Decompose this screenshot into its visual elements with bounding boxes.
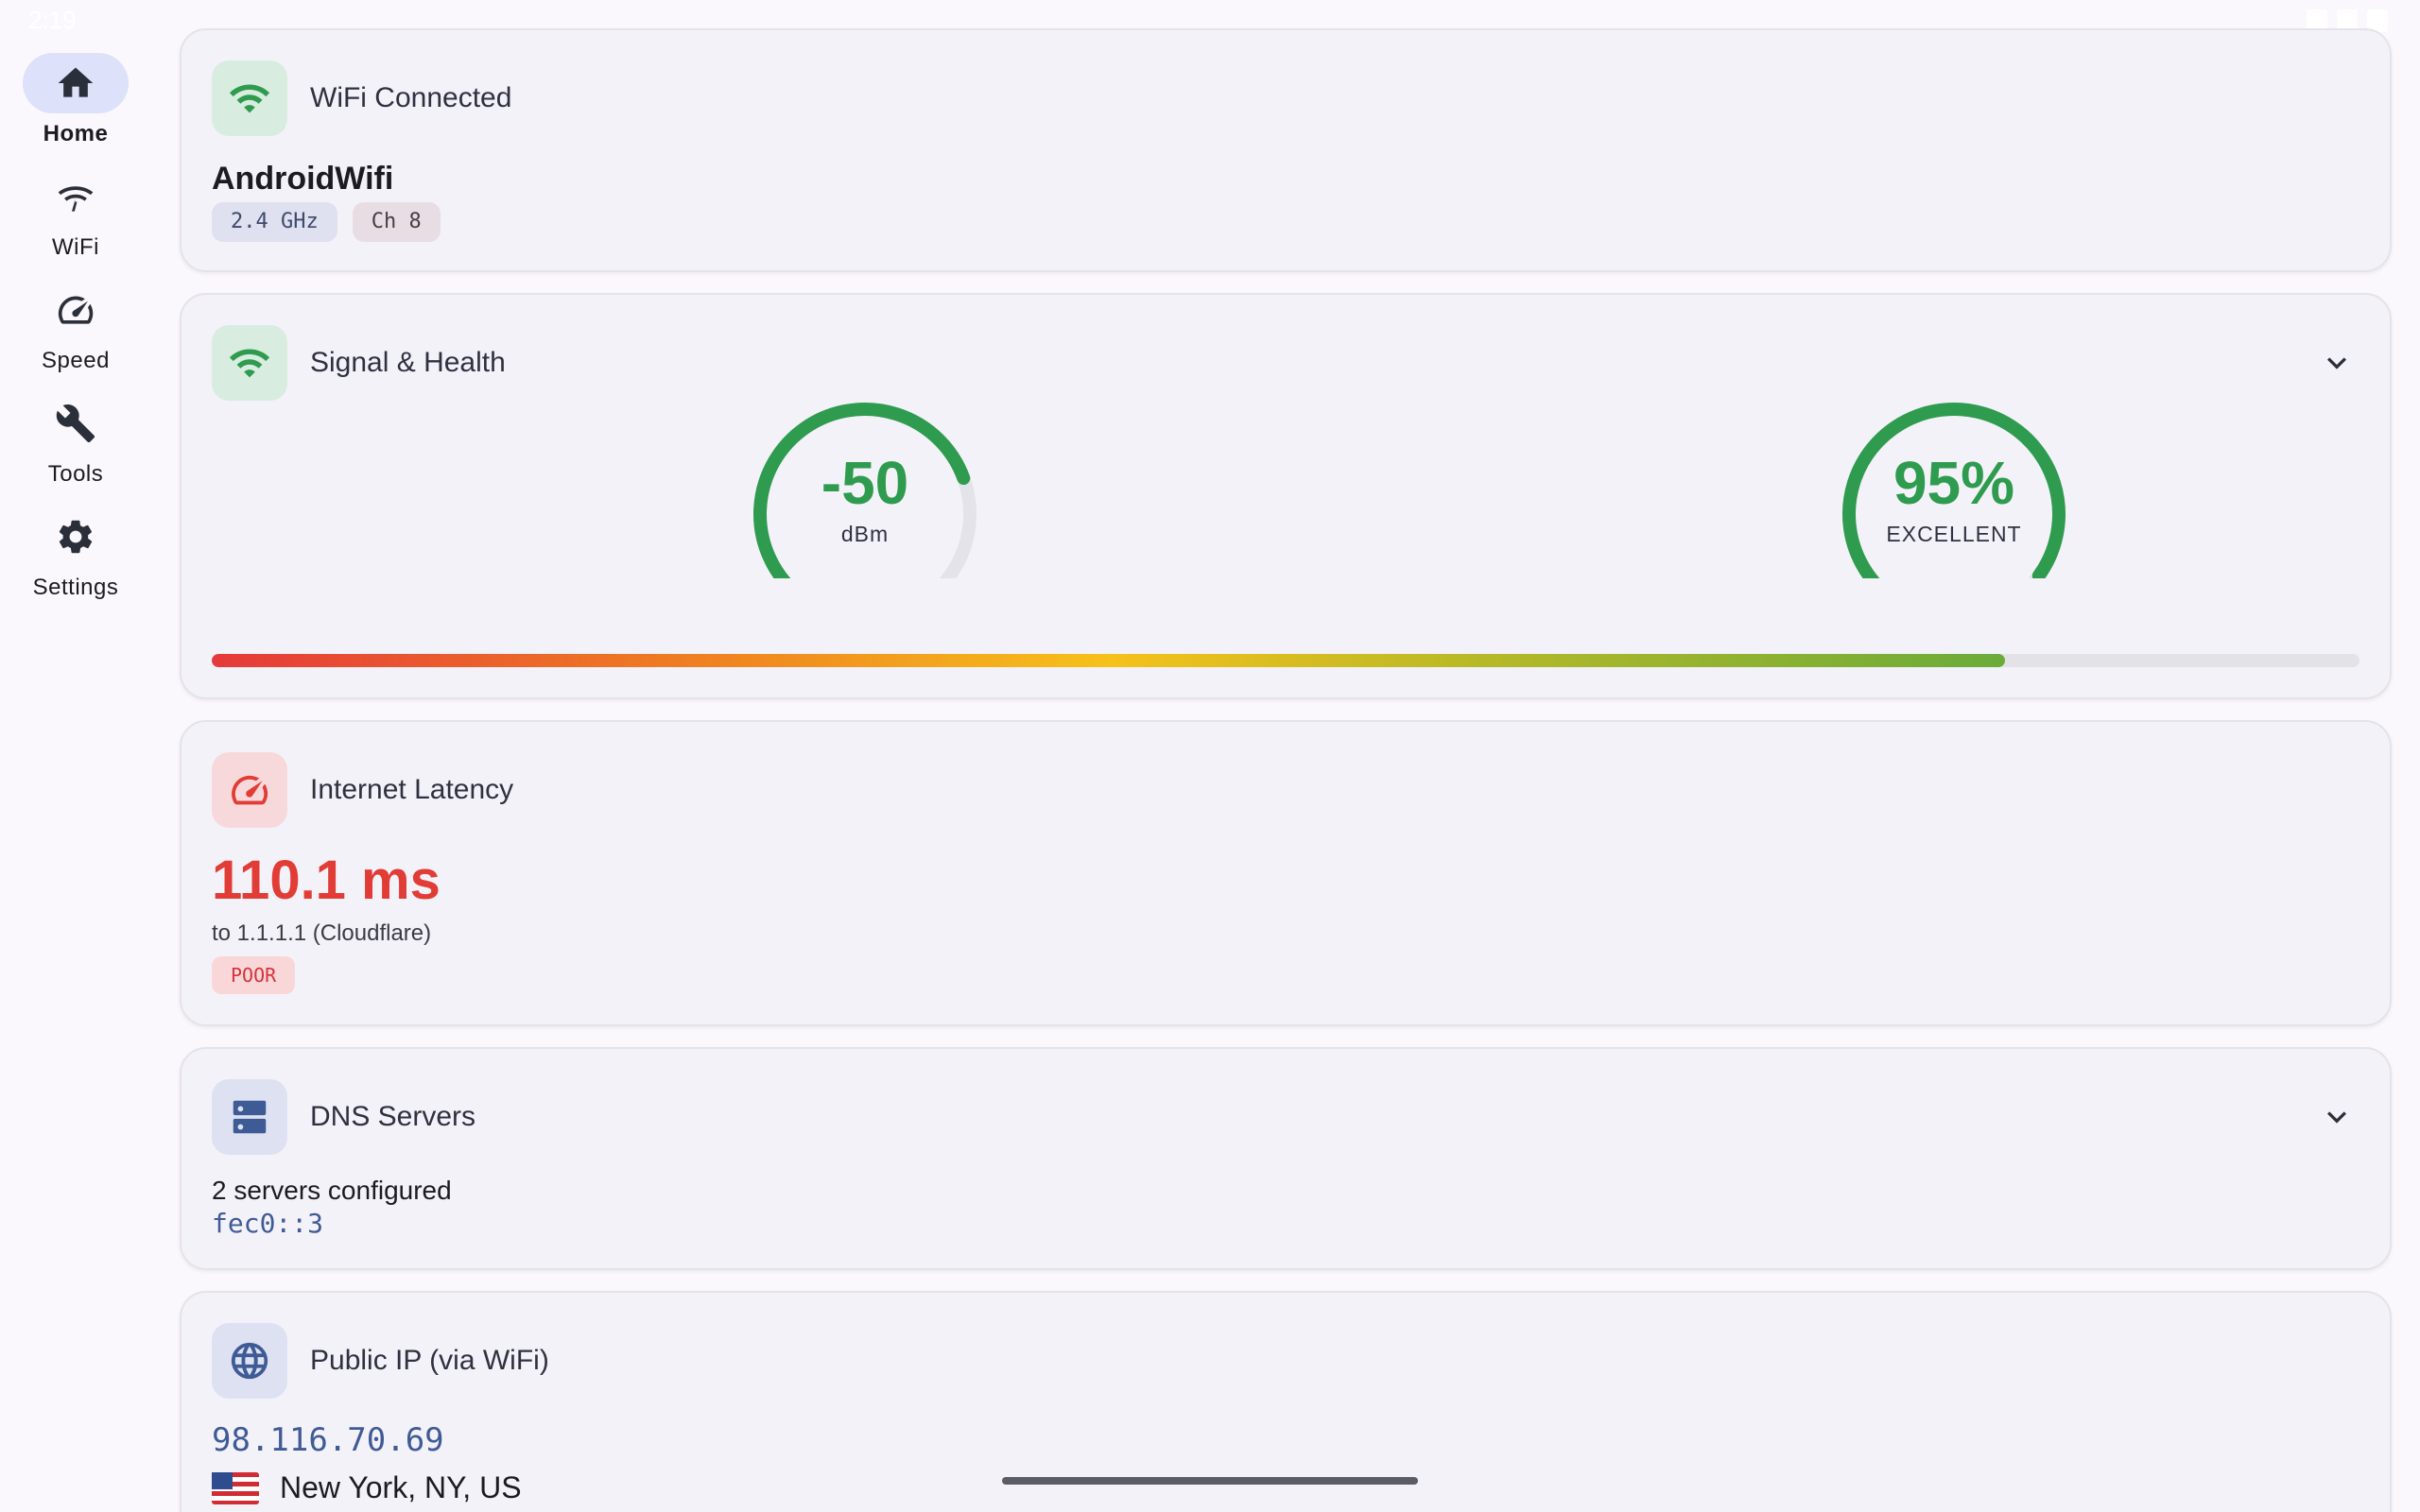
rssi-value: -50 <box>821 449 909 517</box>
wrench-icon <box>56 404 95 443</box>
wifi-card-icon-box <box>212 60 287 136</box>
wifi-icon <box>229 84 270 113</box>
wifi-connected-card[interactable]: WiFi Connected AndroidWifi 2.4 GHz Ch 8 <box>180 28 2392 272</box>
nav-label-settings: Settings <box>32 575 119 600</box>
speedometer-icon <box>58 296 94 324</box>
wifi-card-header: WiFi Connected <box>212 60 511 136</box>
speedometer-icon <box>232 775 268 805</box>
public-ip-address[interactable]: 98.116.70.69 <box>212 1421 444 1459</box>
quality-value: 95% <box>1893 449 2015 517</box>
latency-rating-badge: POOR <box>212 956 296 994</box>
nav-pill-speed <box>23 280 129 340</box>
dns-card-icon-box <box>212 1079 287 1155</box>
ip-card-title: Public IP (via WiFi) <box>310 1345 549 1376</box>
quality-gauge: 95% EXCELLENT <box>1831 389 2077 578</box>
signal-card-header: Signal & Health <box>212 325 506 401</box>
home-indicator[interactable] <box>1002 1477 1418 1485</box>
wifi-signal-icon <box>58 186 94 212</box>
chevron-down-icon <box>2327 1111 2346 1124</box>
wifi-icon <box>229 349 270 378</box>
nav-item-home[interactable]: Home <box>0 53 151 157</box>
quality-label: EXCELLENT <box>1886 522 2022 546</box>
internet-latency-card[interactable]: Internet Latency 110.1 ms to 1.1.1.1 (Cl… <box>180 720 2392 1026</box>
nav-label-tools: Tools <box>47 461 104 487</box>
nav-pill-tools <box>23 393 129 454</box>
nav-label-wifi: WiFi <box>52 234 99 260</box>
ip-card-icon-box <box>212 1323 287 1399</box>
nav-pill-settings <box>23 507 129 567</box>
dns-server-icon <box>233 1100 267 1134</box>
latency-card-icon-box <box>212 752 287 828</box>
latency-card-title: Internet Latency <box>310 774 514 805</box>
gear-icon <box>59 520 93 554</box>
latency-target: to 1.1.1.1 (Cloudflare) <box>212 920 432 946</box>
nav-label-home: Home <box>43 121 109 146</box>
dns-card-header: DNS Servers <box>212 1079 475 1155</box>
signal-expand-button[interactable] <box>2318 344 2356 382</box>
wifi-chips: 2.4 GHz Ch 8 <box>212 202 441 242</box>
dns-servers-card[interactable]: DNS Servers 2 servers configured fec0::3 <box>180 1047 2392 1270</box>
dns-server-address[interactable]: fec0::3 <box>212 1208 323 1239</box>
health-bar-fill <box>212 654 2006 667</box>
home-icon <box>58 67 94 97</box>
health-bar <box>212 654 2360 667</box>
nav-item-wifi[interactable]: WiFi <box>0 166 151 270</box>
wifi-card-title: WiFi Connected <box>310 82 512 113</box>
ip-card-header: Public IP (via WiFi) <box>212 1323 549 1399</box>
rssi-unit: dBm <box>840 522 890 546</box>
dns-expand-button[interactable] <box>2318 1098 2356 1136</box>
nav-item-settings[interactable]: Settings <box>0 507 151 610</box>
nav-item-tools[interactable]: Tools <box>0 393 151 497</box>
wifi-ssid: AndroidWifi <box>212 161 394 197</box>
navigation-rail: Home WiFi Speed Tools Settings <box>0 0 151 1512</box>
signal-card-icon-box <box>212 325 287 401</box>
dns-card-title: DNS Servers <box>310 1101 476 1132</box>
signal-health-card[interactable]: Signal & Health -50 dBm 95% EXCELLENT <box>180 293 2392 699</box>
latency-value: 110.1 ms <box>212 850 441 911</box>
latency-card-header: Internet Latency <box>212 752 513 828</box>
signal-card-title: Signal & Health <box>310 347 506 378</box>
dns-summary: 2 servers configured <box>212 1176 452 1205</box>
frequency-chip: 2.4 GHz <box>212 202 337 242</box>
globe-icon <box>231 1342 268 1380</box>
nav-pill-wifi <box>23 166 129 227</box>
nav-item-speed[interactable]: Speed <box>0 280 151 384</box>
channel-chip: Ch 8 <box>352 202 441 242</box>
chevron-down-icon <box>2327 357 2346 369</box>
nav-label-speed: Speed <box>42 348 110 373</box>
rssi-gauge: -50 dBm <box>742 389 988 578</box>
nav-pill-home <box>23 53 129 113</box>
ip-location-text: New York, NY, US <box>280 1470 522 1504</box>
us-flag-icon <box>212 1471 259 1504</box>
ip-location: New York, NY, US <box>212 1470 522 1505</box>
